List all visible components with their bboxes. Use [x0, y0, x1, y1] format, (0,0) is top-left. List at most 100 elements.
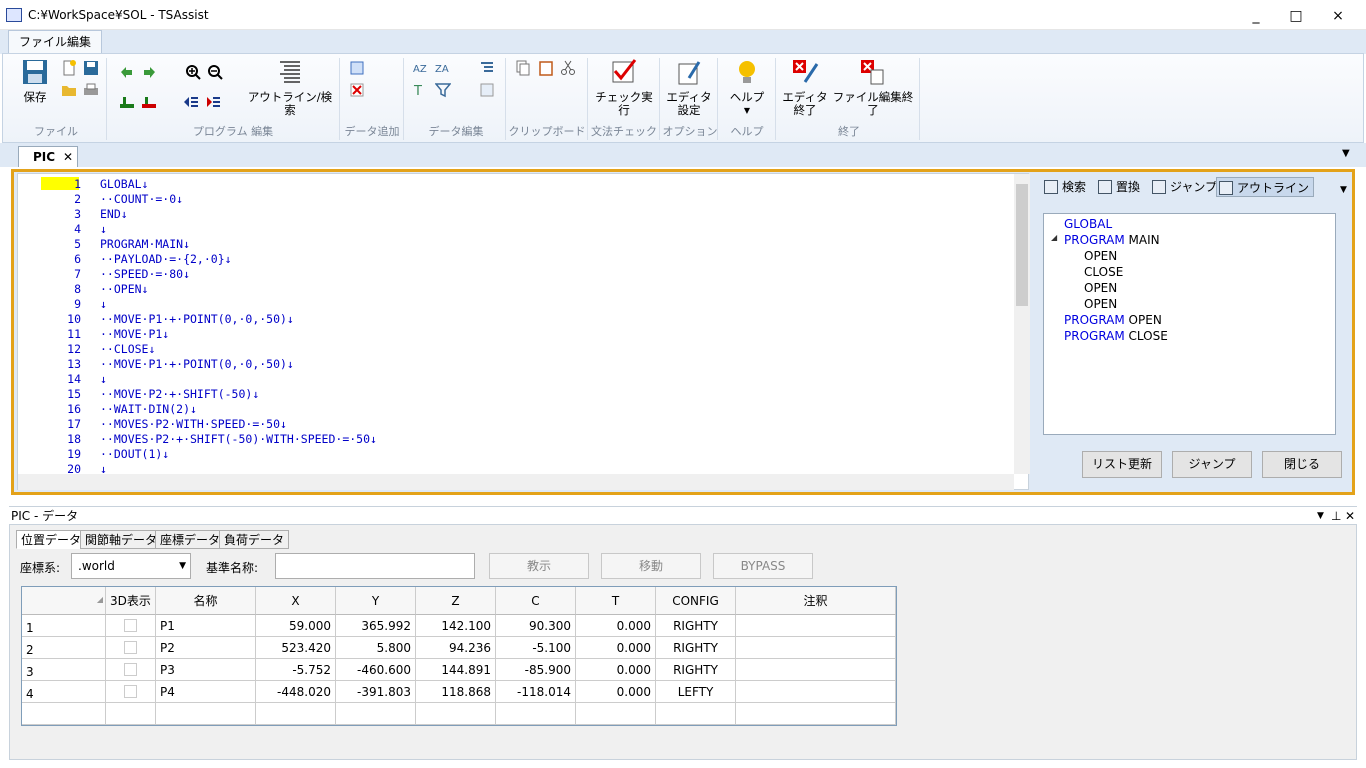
position-data-grid[interactable]: ◢ 3D表示 名称 X Y Z C T CONFIG 注釈 1 P1 59.000 365.992 142.…	[21, 586, 897, 726]
text-tool-icon[interactable]: T	[413, 82, 429, 98]
side-tab-dropdown-icon[interactable]: ▼	[1340, 185, 1347, 195]
grid-cell[interactable]: -118.014	[496, 681, 576, 703]
grid-cell[interactable]: -5.100	[496, 637, 576, 659]
new-row-cell[interactable]	[416, 703, 496, 725]
side-tab-replace[interactable]: 置換	[1096, 177, 1140, 197]
grid-cell[interactable]: 365.992	[336, 615, 416, 637]
grid-cell[interactable]: 5.800	[336, 637, 416, 659]
maximize-button[interactable]: □	[1276, 4, 1316, 28]
annotation-cell[interactable]	[736, 615, 896, 637]
new-row-cell[interactable]	[256, 703, 336, 725]
3d-display-cell[interactable]	[106, 615, 156, 637]
column-header[interactable]: 名称	[156, 587, 256, 615]
annotation-cell[interactable]	[736, 659, 896, 681]
zoom-in-icon[interactable]	[185, 64, 201, 80]
sort-asc-icon[interactable]: AZ	[413, 60, 429, 76]
editor-exit-button[interactable]: エディタ 終了	[781, 58, 829, 117]
pin-icon[interactable]: ⊥	[1331, 507, 1341, 525]
copy-icon[interactable]	[515, 60, 531, 76]
data-list-icon[interactable]	[479, 60, 495, 76]
save-small-icon[interactable]	[83, 60, 99, 76]
editor-vertical-scrollbar[interactable]	[1014, 174, 1030, 474]
new-row-cell[interactable]	[22, 703, 106, 725]
close-panel-icon[interactable]: ✕	[1345, 507, 1355, 525]
base-name-input[interactable]	[275, 553, 475, 579]
close-panel-button[interactable]: 閉じる	[1262, 451, 1342, 478]
grid-cell[interactable]: -85.900	[496, 659, 576, 681]
outline-item[interactable]: GLOBAL	[1064, 217, 1112, 231]
grid-cell[interactable]: 0.000	[576, 681, 656, 703]
tab-pic[interactable]: PIC ✕	[18, 146, 78, 167]
zoom-out-icon[interactable]	[207, 64, 223, 80]
grid-cell[interactable]: 0.000	[576, 659, 656, 681]
outline-item[interactable]: PROGRAM OPEN	[1064, 313, 1162, 327]
close-window-button[interactable]: ×	[1318, 4, 1358, 28]
outline-item[interactable]: OPEN	[1084, 281, 1117, 295]
3d-display-checkbox[interactable]	[124, 641, 137, 654]
jump-button[interactable]: ジャンプ	[1172, 451, 1252, 478]
delete-data-icon[interactable]	[349, 82, 365, 98]
tab-load-data[interactable]: 負荷データ	[219, 530, 290, 549]
grid-cell[interactable]: 142.100	[416, 615, 496, 637]
new-row-cell[interactable]	[336, 703, 416, 725]
column-header[interactable]: 3D表示	[106, 587, 156, 615]
paste-icon[interactable]	[538, 60, 554, 76]
grid-cell[interactable]: 59.000	[256, 615, 336, 637]
editor-horizontal-scrollbar[interactable]	[18, 474, 1014, 490]
column-header[interactable]: CONFIG	[656, 587, 736, 615]
bypass-button[interactable]: BYPASS	[713, 553, 813, 579]
new-row-cell[interactable]	[576, 703, 656, 725]
3d-display-checkbox[interactable]	[124, 619, 137, 632]
filter-icon[interactable]	[435, 82, 451, 98]
side-tab-jump[interactable]: ジャンプ	[1150, 177, 1217, 197]
grid-cell[interactable]: 0.000	[576, 615, 656, 637]
panel-menu-icon[interactable]: ▼	[1317, 507, 1324, 525]
tab-position-data[interactable]: 位置データ	[16, 530, 87, 549]
minimize-button[interactable]: _	[1236, 4, 1276, 28]
indent-icon[interactable]	[205, 94, 221, 110]
refresh-list-button[interactable]: リスト更新	[1082, 451, 1162, 478]
grid-cell[interactable]: RIGHTY	[656, 615, 736, 637]
outline-item[interactable]: CLOSE	[1084, 265, 1123, 279]
editor-scroll-thumb[interactable]	[1016, 184, 1028, 306]
3d-display-cell[interactable]	[106, 637, 156, 659]
grid-cell[interactable]: 0.000	[576, 637, 656, 659]
redo-icon[interactable]	[141, 64, 157, 80]
grid-cell[interactable]: 523.420	[256, 637, 336, 659]
grid-cell[interactable]: 94.236	[416, 637, 496, 659]
outline-item[interactable]: OPEN	[1084, 297, 1117, 311]
breakpoint-remove-icon[interactable]	[141, 94, 157, 110]
outline-item[interactable]: PROGRAM MAIN	[1064, 233, 1160, 247]
grid-cell[interactable]: -448.020	[256, 681, 336, 703]
new-row-cell[interactable]	[736, 703, 896, 725]
code-editor[interactable]: 1 GLOBAL↓ 2 ··COUNT·=·0↓ 3 END↓ 4 ↓ 5 PROGRAM·MAI…	[17, 173, 1030, 490]
3d-display-cell[interactable]	[106, 659, 156, 681]
grid-cell[interactable]: -5.752	[256, 659, 336, 681]
move-button[interactable]: 移動	[601, 553, 701, 579]
new-file-icon[interactable]	[61, 60, 77, 76]
close-tab-icon[interactable]: ✕	[63, 147, 73, 167]
save-button[interactable]: 保存	[15, 58, 55, 104]
new-row-cell[interactable]	[656, 703, 736, 725]
coord-system-select[interactable]: .world ▼	[71, 553, 191, 579]
grid-cell[interactable]: RIGHTY	[656, 637, 736, 659]
grid-cell[interactable]: P2	[156, 637, 256, 659]
grid-cell[interactable]: P1	[156, 615, 256, 637]
column-header[interactable]: 注釈	[736, 587, 896, 615]
grid-cell[interactable]: -391.803	[336, 681, 416, 703]
tab-file-edit[interactable]: ファイル編集	[8, 30, 103, 54]
outdent-icon[interactable]	[183, 94, 199, 110]
check-run-button[interactable]: チェック実行	[591, 58, 657, 117]
column-header[interactable]: C	[496, 587, 576, 615]
open-folder-icon[interactable]	[61, 82, 77, 98]
grid-cell[interactable]: RIGHTY	[656, 659, 736, 681]
tab-coordinate-data[interactable]: 座標データ	[155, 530, 226, 549]
column-header[interactable]: X	[256, 587, 336, 615]
outline-item[interactable]: PROGRAM CLOSE	[1064, 329, 1168, 343]
column-header[interactable]: Y	[336, 587, 416, 615]
3d-display-checkbox[interactable]	[124, 663, 137, 676]
column-header[interactable]: Z	[416, 587, 496, 615]
grid-cell[interactable]: -460.600	[336, 659, 416, 681]
new-row-cell[interactable]	[496, 703, 576, 725]
print-icon[interactable]	[83, 82, 99, 98]
